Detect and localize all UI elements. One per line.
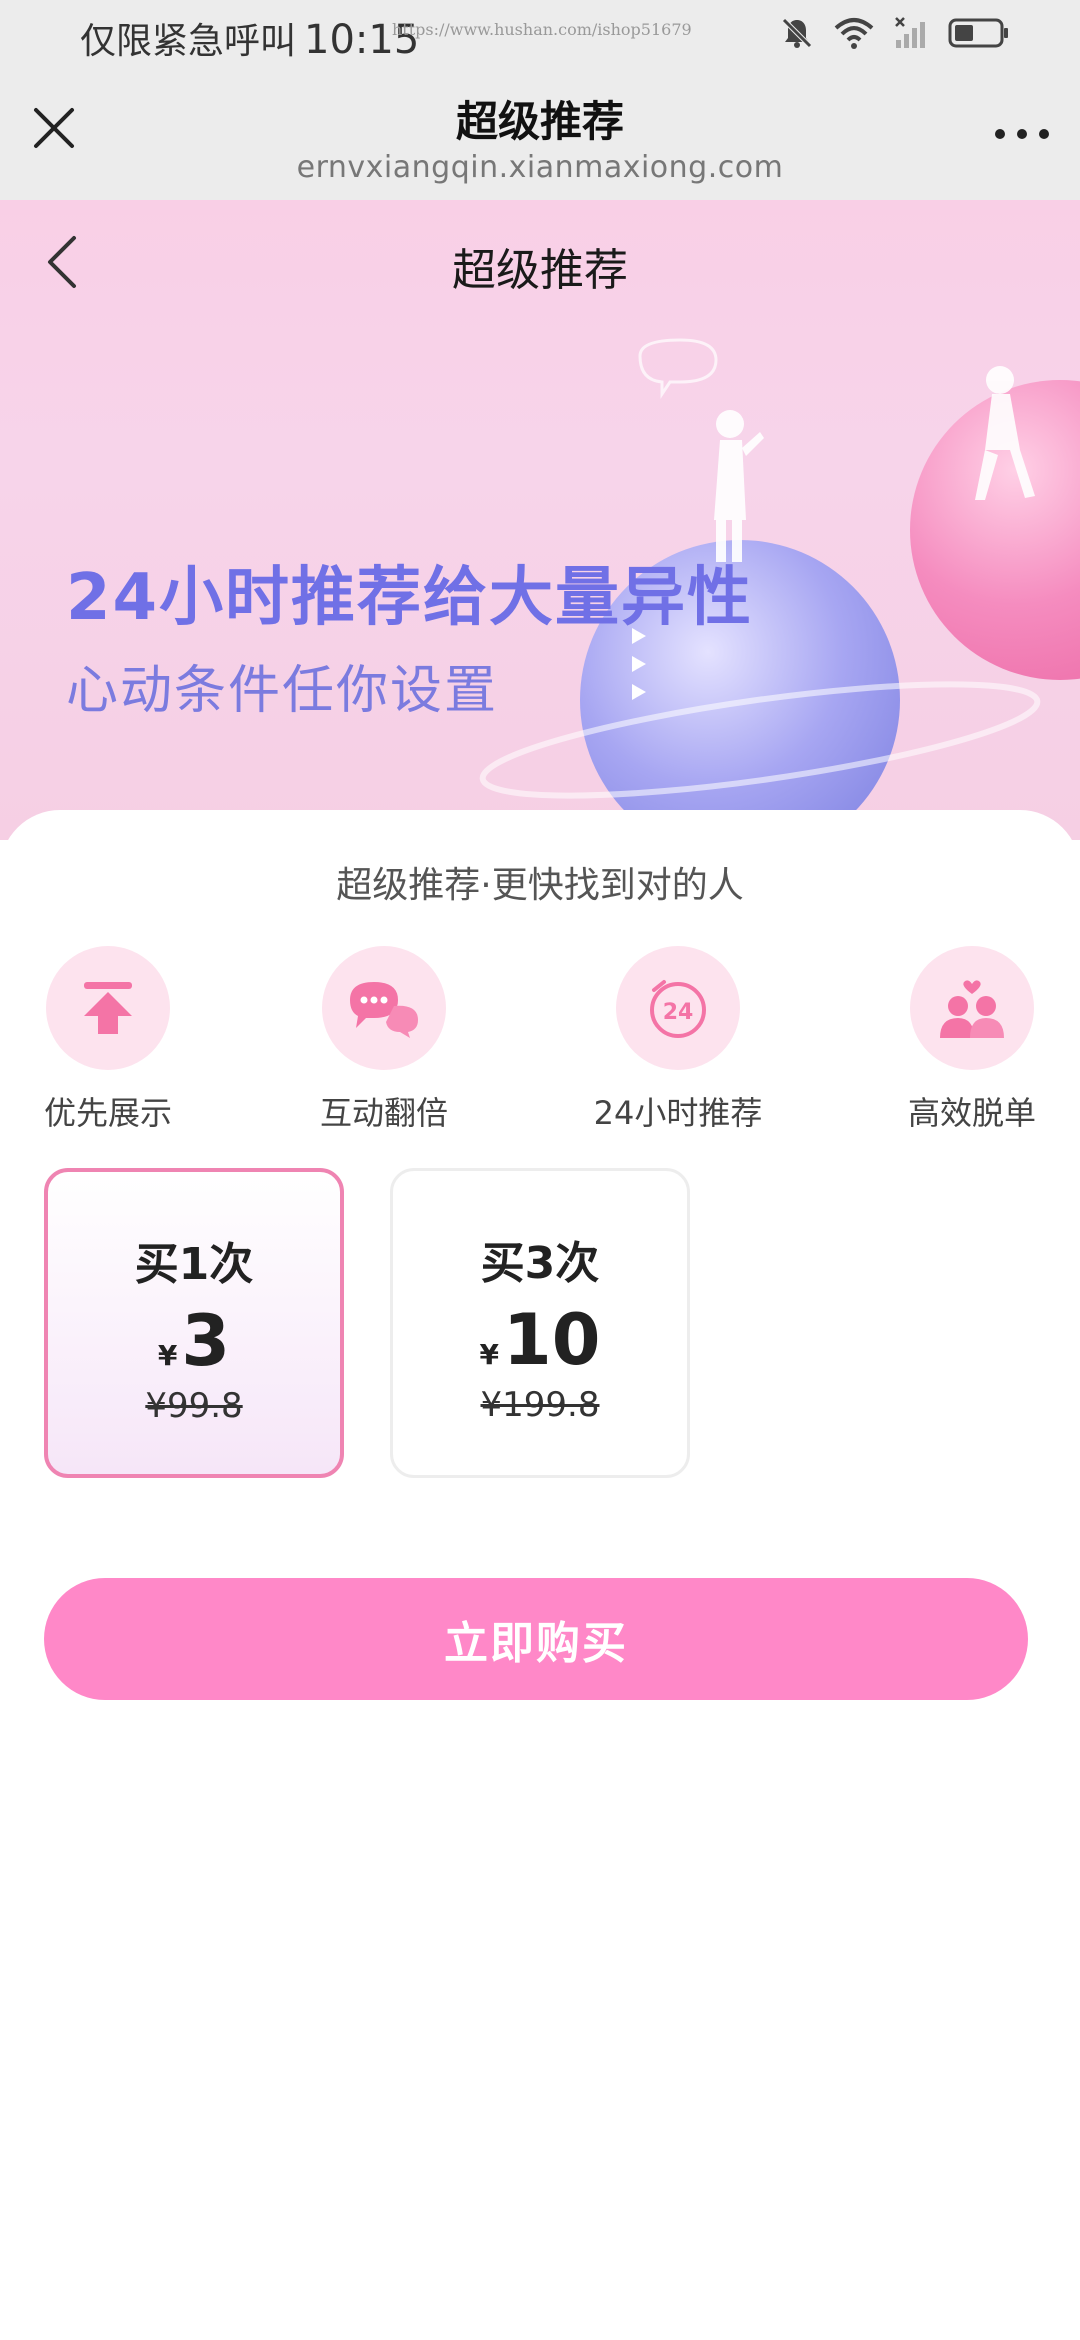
original-price: ¥199.8 — [480, 1385, 600, 1425]
option-card-3[interactable]: 买3次 ¥ 10 ¥199.8 — [390, 1168, 690, 1478]
feature-icon-wrap — [322, 946, 446, 1070]
panel-subtitle: 超级推荐·更快找到对的人 — [336, 865, 744, 906]
chat-bubbles-icon — [350, 982, 418, 1038]
option-price: ¥ 3 — [48, 1302, 340, 1380]
couple-heart-icon — [940, 980, 1004, 1038]
currency-symbol: ¥ — [157, 1339, 178, 1372]
carrier-text: 仅限紧急呼叫 — [80, 21, 297, 62]
buy-now-button[interactable]: 立即购买 — [44, 1578, 1028, 1700]
bell-muted-icon — [782, 18, 812, 48]
status-icons — [780, 16, 1010, 50]
feature-interaction: 互动翻倍 — [284, 946, 484, 1134]
browser-url: ernvxiangqin.xianmaxiong.com — [296, 150, 784, 185]
price-value: 3 — [181, 1300, 231, 1382]
hero-headline: 24小时推荐给大量异性 — [66, 561, 754, 635]
original-price: ¥99.8 — [145, 1386, 243, 1426]
battery-icon — [948, 18, 1008, 48]
watermark-text: https://www.hushan.com/ishop51679 — [392, 20, 692, 39]
page-title: 超级推荐 — [452, 245, 628, 296]
priority-up-icon — [84, 982, 132, 1034]
feature-icon-wrap: 24 — [616, 946, 740, 1070]
feature-priority: 优先展示 — [8, 946, 208, 1134]
option-price: ¥ 10 — [393, 1301, 687, 1379]
feature-efficient: 高效脱单 — [872, 946, 1072, 1134]
feature-label: 互动翻倍 — [319, 1094, 448, 1132]
more-icon[interactable] — [992, 122, 1052, 146]
option-card-1[interactable]: 买1次 ¥ 3 ¥99.8 — [44, 1168, 344, 1478]
hero-subheadline: 心动条件任你设置 — [66, 661, 499, 721]
svg-text:24: 24 — [663, 1000, 694, 1025]
option-title: 买3次 — [480, 1238, 600, 1289]
feature-label: 高效脱单 — [907, 1094, 1036, 1132]
clock-24-icon: 24 — [650, 980, 706, 1038]
status-bar: 仅限紧急呼叫 10:15 https://www.hushan.com/isho… — [0, 0, 1080, 72]
hero-banner: 超级推荐 24小时推荐给大量异性 心动条件任你设置 — [0, 200, 1080, 840]
currency-symbol: ¥ — [479, 1338, 500, 1371]
feature-icon-wrap — [910, 946, 1034, 1070]
feature-label: 24小时推荐 — [593, 1094, 763, 1132]
feature-icon-wrap — [46, 946, 170, 1070]
browser-title: 超级推荐 — [455, 97, 624, 146]
price-value: 10 — [503, 1299, 601, 1381]
browser-header: 超级推荐 ernvxiangqin.xianmaxiong.com — [0, 72, 1080, 200]
option-title: 买1次 — [134, 1239, 254, 1290]
signal-icon — [895, 17, 925, 48]
status-left: 仅限紧急呼叫 10:15 — [80, 12, 419, 64]
feature-label: 优先展示 — [43, 1094, 172, 1132]
wifi-icon — [834, 18, 874, 49]
feature-24h: 24 24小时推荐 — [578, 946, 778, 1134]
